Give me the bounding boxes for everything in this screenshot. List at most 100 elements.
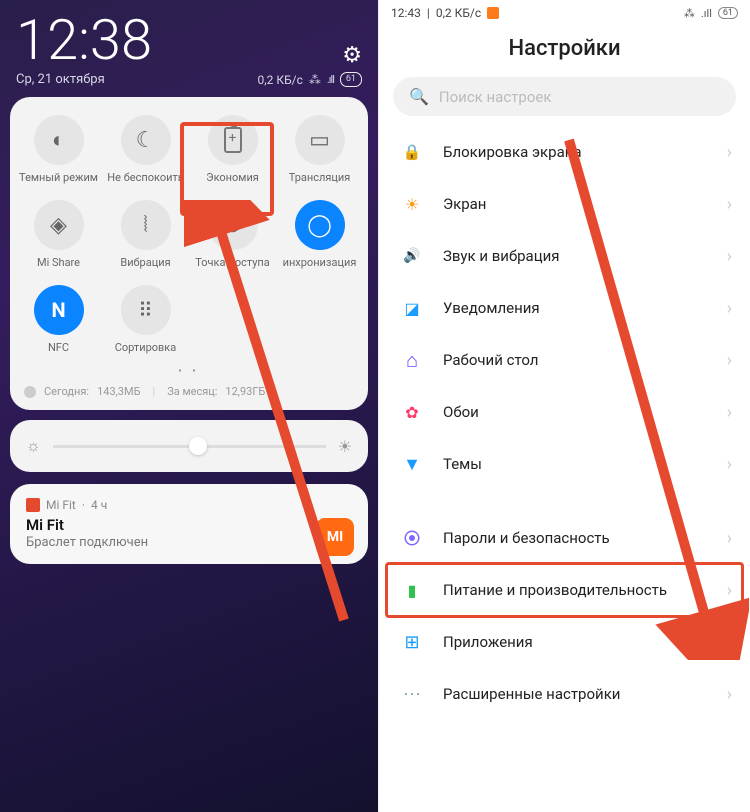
dnd-icon [136, 128, 156, 153]
tile-cast[interactable]: Трансляция [277, 111, 362, 194]
tile-mi-share[interactable]: Mi Share [16, 196, 101, 279]
tile-label: Mi Share [37, 256, 80, 269]
tile-sync[interactable]: инхронизация [277, 196, 362, 279]
separator: | [153, 385, 156, 398]
brightness-knob[interactable] [189, 437, 207, 455]
chevron-right-icon: › [727, 632, 732, 653]
bullet: · [82, 498, 85, 512]
notification-subtitle: Браслет подключен [26, 535, 352, 550]
notification-card[interactable]: Mi Fit · 4 ч Mi Fit Браслет подключен MI [10, 484, 368, 564]
tile-label: Сортировка [115, 341, 177, 354]
chevron-right-icon: › [727, 454, 732, 475]
item-wallpaper[interactable]: Обои› [379, 386, 750, 438]
settings-list: Блокировка экрана › Экран› Звук и вибраци… [379, 122, 750, 720]
tile-hotspot[interactable]: Точка доступа [190, 196, 275, 279]
item-label: Темы [443, 455, 707, 473]
item-advanced[interactable]: Расширенные настройки › [379, 668, 750, 720]
item-notifications[interactable]: Уведомления› [379, 282, 750, 334]
tile-sort[interactable]: Сортировка [103, 281, 188, 364]
item-apps[interactable]: Приложения› [379, 616, 750, 668]
chevron-right-icon: › [727, 528, 732, 549]
item-home[interactable]: Рабочий стол› [379, 334, 750, 386]
chevron-right-icon: › [727, 194, 732, 215]
app-name: Mi Fit [46, 498, 76, 512]
tile-label: Трансляция [289, 171, 351, 184]
page-title: Настройки [379, 22, 750, 77]
brightness-slider[interactable]: ☼ ☀ [10, 420, 368, 472]
home-icon [401, 349, 423, 371]
tile-label: Точка доступа [195, 256, 270, 269]
wallpaper-icon [401, 401, 423, 423]
date-label: Ср, 21 октября [16, 72, 105, 87]
clock: 12:38 [16, 12, 152, 68]
chevron-right-icon: › [727, 350, 732, 371]
lock-icon [401, 141, 423, 163]
sub-status-bar: Ср, 21 октября 0,2 КБ/с ⁂ .ıll 61 [10, 68, 368, 97]
tile-dnd[interactable]: Не беспокоить [103, 111, 188, 194]
nfc-icon [51, 298, 65, 322]
status-bar: 12:43 | 0,2 КБ/с ⁂ .ıll 61 [379, 0, 750, 22]
tile-vibration[interactable]: Вибрация [103, 196, 188, 279]
grid-icon [138, 298, 153, 322]
data-month-value: 12,93ГБ [225, 385, 265, 398]
data-usage-row[interactable]: Сегодня: 143,3МБ | За месяц: 12,93ГБ [24, 385, 354, 398]
list-gap [379, 490, 750, 512]
search-input[interactable]: 🔍 Поиск настроек [393, 77, 736, 116]
search-icon: 🔍 [409, 87, 429, 106]
hotspot-icon [224, 213, 241, 237]
apps-icon [401, 631, 423, 653]
status-bar: 12:38 ⚙ [10, 8, 368, 68]
data-usage-icon [24, 386, 36, 398]
item-power-performance[interactable]: Питание и производительность › [379, 564, 750, 616]
page-indicator[interactable]: • • [16, 364, 362, 383]
app-icon [26, 498, 40, 512]
tiles-grid: Темный режим Не беспокоить Экономия Тран… [16, 111, 362, 364]
tile-dark-mode[interactable]: Темный режим [16, 111, 101, 194]
item-label: Уведомления [443, 299, 707, 317]
chevron-right-icon: › [727, 142, 732, 163]
clock: 12:43 [391, 6, 421, 20]
settings-screen: 12:43 | 0,2 КБ/с ⁂ .ıll 61 Настройки 🔍 П… [378, 0, 750, 812]
status-icons: 0,2 КБ/с ⁂ .ıll 61 [258, 72, 362, 87]
data-month-label: За месяц: [167, 385, 217, 398]
item-display[interactable]: Экран› [379, 178, 750, 230]
sound-icon [401, 245, 423, 267]
dark-mode-icon [52, 127, 65, 153]
tile-label: Экономия [206, 171, 259, 184]
more-icon [401, 683, 423, 705]
notification-title: Mi Fit [26, 516, 352, 534]
item-themes[interactable]: Темы › [379, 438, 750, 490]
battery-saver-icon [224, 127, 242, 153]
signal-icon: .ıll [701, 7, 712, 20]
quick-tiles-panel: Темный режим Не беспокоить Экономия Тран… [10, 97, 368, 410]
data-today-value: 143,3МБ [97, 385, 140, 398]
notification-icon [401, 297, 423, 319]
tile-label: инхронизация [283, 256, 357, 269]
tile-label: Темный режим [19, 171, 98, 184]
brightness-low-icon: ☼ [26, 436, 41, 456]
chevron-right-icon: › [727, 580, 732, 601]
bluetooth-icon: ⁂ [309, 73, 321, 87]
tile-battery-saver[interactable]: Экономия [190, 111, 275, 194]
tile-nfc[interactable]: NFC [16, 281, 101, 364]
brightness-track[interactable] [53, 445, 326, 448]
item-sound[interactable]: Звук и вибрация› [379, 230, 750, 282]
item-security[interactable]: Пароли и безопасность › [379, 512, 750, 564]
tile-label: Вибрация [120, 256, 170, 269]
cast-icon [309, 128, 330, 153]
signal-icon: .ıll [327, 73, 334, 86]
notification-badge: MI [316, 518, 354, 556]
settings-gear-icon[interactable]: ⚙ [342, 39, 362, 68]
vibration-icon [143, 213, 148, 238]
item-label: Пароли и безопасность [443, 529, 707, 547]
item-label: Звук и вибрация [443, 247, 707, 265]
chevron-right-icon: › [727, 684, 732, 705]
item-label: Расширенные настройки [443, 685, 707, 703]
battery-pill: 61 [718, 7, 738, 19]
item-label: Блокировка экрана [443, 143, 707, 161]
chevron-right-icon: › [727, 402, 732, 423]
bluetooth-icon: ⁂ [684, 7, 695, 20]
tile-label: Не беспокоить [107, 171, 183, 184]
item-lock-screen[interactable]: Блокировка экрана › [379, 126, 750, 178]
item-label: Питание и производительность [443, 581, 707, 599]
